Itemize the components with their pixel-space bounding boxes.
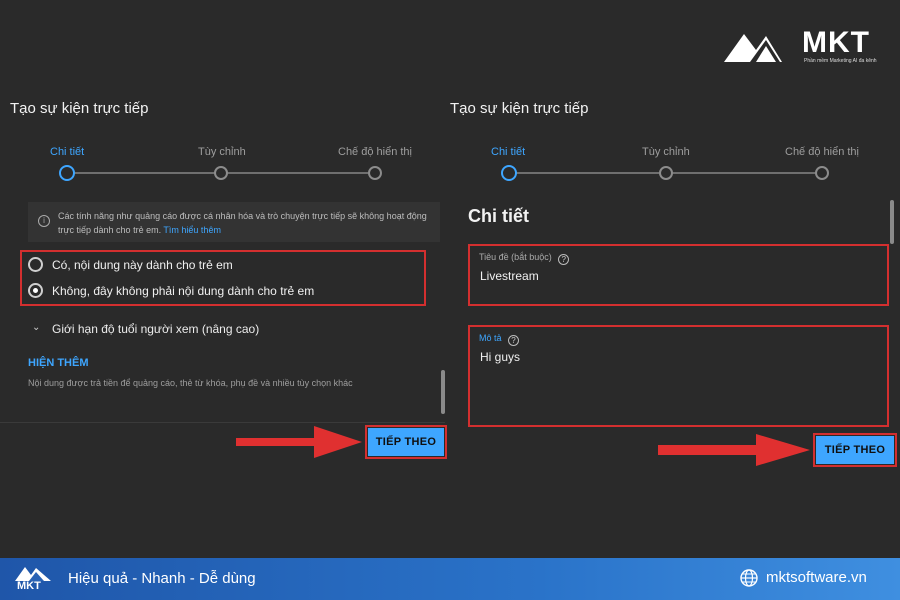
globe-icon bbox=[740, 569, 758, 587]
info-icon: i bbox=[38, 215, 50, 227]
info-text: Các tính năng như quảng cáo được cá nhân… bbox=[58, 211, 427, 235]
step-dot-details[interactable] bbox=[59, 165, 75, 181]
step-visibility[interactable]: Chế độ hiển thị bbox=[338, 146, 412, 158]
description-field-value[interactable]: Hi guys bbox=[480, 350, 520, 364]
step-dot-visibility[interactable] bbox=[815, 166, 829, 180]
description-field-label: Mô tả bbox=[479, 333, 502, 343]
footer-website[interactable]: mktsoftware.vn bbox=[766, 569, 867, 586]
radio-button-checked[interactable] bbox=[28, 283, 43, 298]
step-dot-details[interactable] bbox=[501, 165, 517, 181]
learn-more-link[interactable]: Tìm hiểu thêm bbox=[163, 225, 221, 235]
age-restriction-label: Giới hạn độ tuổi người xem (nâng cao) bbox=[52, 322, 260, 336]
left-create-event-panel: Tạo sự kiện trực tiếp Chi tiết Tùy chỉnh… bbox=[0, 88, 445, 428]
divider bbox=[0, 422, 445, 423]
step-customize[interactable]: Tùy chỉnh bbox=[642, 146, 690, 158]
panel-title: Tạo sự kiện trực tiếp bbox=[10, 100, 149, 117]
scrollbar[interactable] bbox=[890, 200, 894, 244]
step-dot-customize[interactable] bbox=[214, 166, 228, 180]
description-field[interactable]: Mô tả ? Hi guys bbox=[468, 325, 889, 427]
show-more-description: Nội dung được trả tiền để quảng cáo, thẻ… bbox=[28, 378, 353, 388]
chevron-down-icon: ⌄ bbox=[32, 322, 41, 333]
step-details[interactable]: Chi tiết bbox=[491, 146, 525, 158]
radio-button[interactable] bbox=[28, 257, 43, 272]
step-customize[interactable]: Tùy chỉnh bbox=[198, 146, 246, 158]
red-arrow-icon bbox=[236, 426, 362, 458]
footer-logo: MKT bbox=[14, 564, 54, 594]
footer-logo-text: MKT bbox=[17, 580, 41, 592]
step-dot-customize[interactable] bbox=[659, 166, 673, 180]
next-button[interactable]: TIẾP THEO bbox=[813, 433, 897, 467]
brand-logo: MKT Phần mềm Marketing AI đa kênh bbox=[722, 22, 882, 70]
help-icon[interactable]: ? bbox=[508, 335, 520, 346]
radio-label: Không, đây không phải nội dung dành cho … bbox=[52, 284, 315, 298]
title-field-value[interactable]: Livestream bbox=[480, 269, 539, 283]
title-field-label: Tiêu đề (bắt buộc) bbox=[479, 252, 552, 262]
panel-title: Tạo sự kiện trực tiếp bbox=[450, 100, 589, 117]
step-dot-visibility[interactable] bbox=[368, 166, 382, 180]
brand-name: MKT bbox=[802, 26, 870, 59]
info-notice: i Các tính năng như quảng cáo được cá nh… bbox=[28, 202, 440, 242]
scrollbar[interactable] bbox=[441, 370, 445, 414]
next-button[interactable]: TIẾP THEO bbox=[365, 425, 447, 459]
footer-slogan: Hiệu quả - Nhanh - Dễ dùng bbox=[68, 570, 256, 587]
show-more-link[interactable]: HIỆN THÊM bbox=[28, 357, 89, 369]
title-field[interactable]: Tiêu đề (bắt buộc) ? Livestream bbox=[468, 244, 889, 306]
section-title: Chi tiết bbox=[468, 206, 529, 226]
red-arrow-icon bbox=[658, 434, 810, 466]
help-icon[interactable]: ? bbox=[558, 254, 570, 265]
brand-tagline: Phần mềm Marketing AI đa kênh bbox=[804, 58, 877, 64]
right-create-event-panel: Tạo sự kiện trực tiếp Chi tiết Tùy chỉnh… bbox=[448, 88, 900, 428]
footer-banner: MKT Hiệu quả - Nhanh - Dễ dùng mktsoftwa… bbox=[0, 558, 900, 600]
step-details[interactable]: Chi tiết bbox=[50, 146, 84, 158]
step-visibility[interactable]: Chế độ hiển thị bbox=[785, 146, 859, 158]
radio-label: Có, nội dung này dành cho trẻ em bbox=[52, 258, 233, 272]
mountain-logo-icon bbox=[724, 34, 782, 62]
